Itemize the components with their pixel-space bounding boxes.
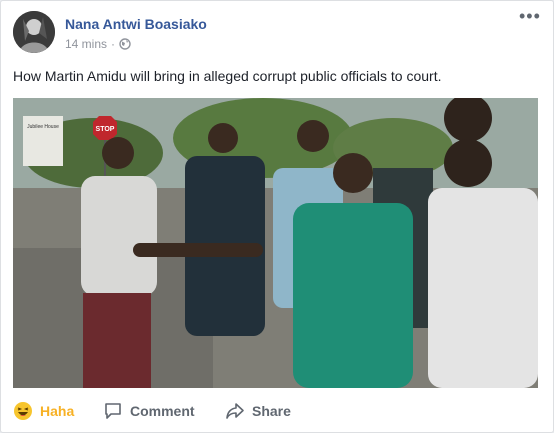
share-button[interactable]: Share <box>225 401 291 421</box>
post-timestamp[interactable]: 14 mins <box>65 37 107 51</box>
haha-reaction-label: Haha <box>40 403 75 419</box>
meta-separator: · <box>111 37 116 51</box>
feed-post: Nana Antwi Boasiako 14 mins · ••• How Ma… <box>0 0 554 433</box>
author-name-link[interactable]: Nana Antwi Boasiako <box>65 16 207 32</box>
speech-bubble-icon <box>103 401 123 421</box>
post-text: How Martin Amidu will bring in alleged c… <box>13 68 442 84</box>
building-sign-text: Jubilee House <box>27 124 59 130</box>
post-options-button[interactable]: ••• <box>519 7 540 27</box>
post-meta: 14 mins · <box>65 37 131 51</box>
share-label: Share <box>252 403 291 419</box>
globe-icon[interactable] <box>119 38 131 50</box>
post-photo[interactable]: Jubilee House STOP <box>13 98 538 388</box>
avatar-image <box>13 11 55 53</box>
comment-label: Comment <box>130 403 195 419</box>
stop-sign-text: STOP <box>96 126 115 133</box>
comment-button[interactable]: Comment <box>103 401 195 421</box>
haha-reaction-button[interactable]: Haha <box>13 401 74 421</box>
photo-scene: Jubilee House STOP <box>13 98 538 388</box>
author-avatar[interactable] <box>13 11 55 53</box>
share-arrow-icon <box>225 401 245 421</box>
haha-emoji-icon <box>13 401 33 421</box>
post-actions-bar: Haha Comment Share <box>1 393 553 429</box>
